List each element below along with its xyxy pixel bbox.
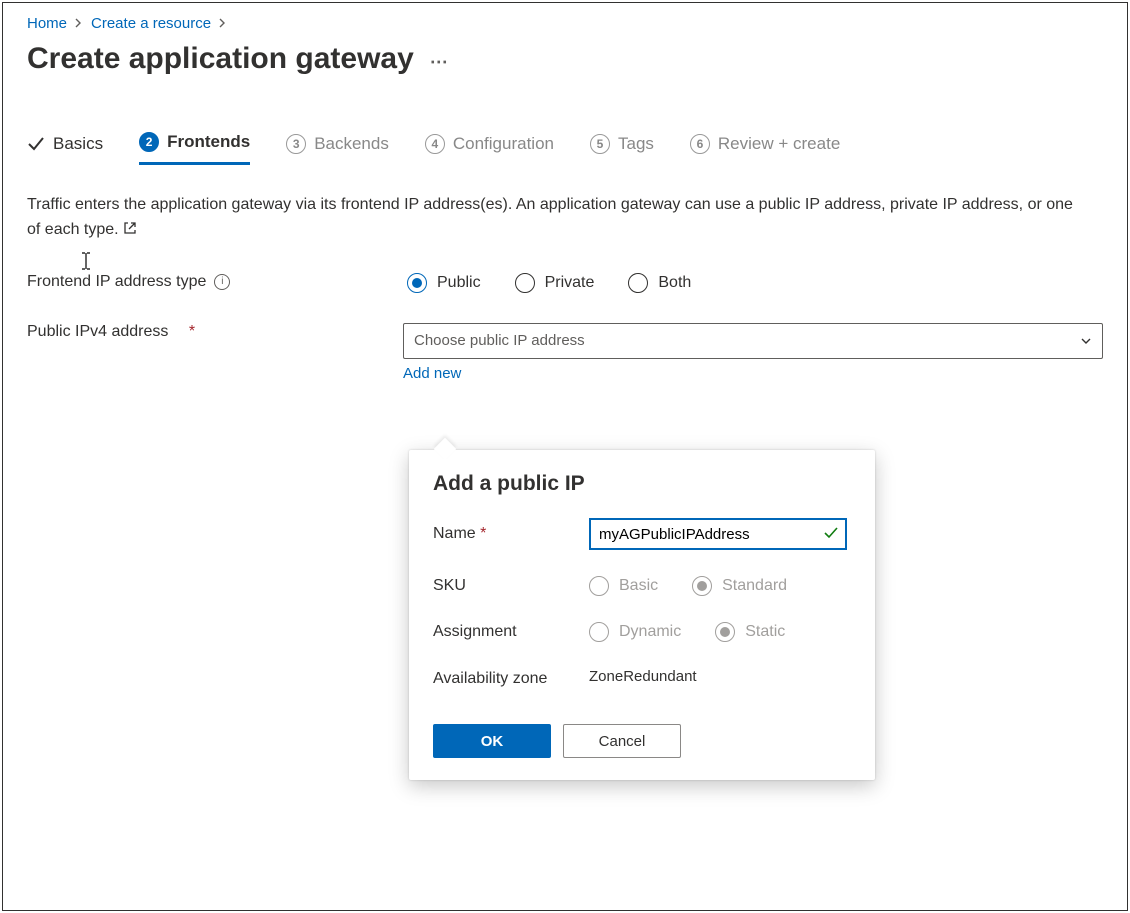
tab-configuration[interactable]: 4 Configuration	[425, 132, 554, 165]
step-number-icon: 6	[690, 134, 710, 154]
chevron-right-icon	[75, 17, 83, 31]
availability-zone-value: ZoneRedundant	[589, 668, 697, 685]
radio-public[interactable]: Public	[407, 273, 481, 293]
frontend-ip-type-label: Frontend IP address type i	[27, 273, 407, 291]
radio-sku-basic: Basic	[589, 576, 658, 596]
info-icon[interactable]: i	[214, 274, 230, 290]
tab-label: Configuration	[453, 134, 554, 154]
tab-basics[interactable]: Basics	[27, 132, 103, 165]
radio-label: Static	[745, 623, 785, 641]
chevron-right-icon	[219, 17, 227, 31]
cancel-button[interactable]: Cancel	[563, 724, 681, 758]
radio-icon	[715, 622, 735, 642]
name-label: Name *	[433, 525, 589, 543]
checkmark-icon	[823, 525, 839, 541]
tab-backends[interactable]: 3 Backends	[286, 132, 389, 165]
radio-icon	[589, 622, 609, 642]
breadcrumb: Home Create a resource	[27, 15, 1103, 32]
tab-review-create[interactable]: 6 Review + create	[690, 132, 840, 165]
radio-label: Basic	[619, 577, 658, 595]
tab-label: Tags	[618, 134, 654, 154]
tab-label: Backends	[314, 134, 389, 154]
tab-label: Review + create	[718, 134, 840, 154]
radio-label: Dynamic	[619, 623, 681, 641]
description-text: Traffic enters the application gateway v…	[27, 196, 1073, 238]
radio-assignment-static: Static	[715, 622, 785, 642]
radio-label: Private	[545, 274, 595, 292]
sku-label: SKU	[433, 577, 589, 595]
radio-assignment-dynamic: Dynamic	[589, 622, 681, 642]
page-title-text: Create application gateway	[27, 42, 414, 76]
step-number-icon: 3	[286, 134, 306, 154]
step-number-icon: 2	[139, 132, 159, 152]
radio-icon	[407, 273, 427, 293]
more-actions-icon[interactable]: ⋯	[430, 46, 450, 73]
step-number-icon: 5	[590, 134, 610, 154]
public-ipv4-label: Public IPv4 address *	[27, 323, 403, 341]
radio-label: Both	[658, 274, 691, 292]
check-icon	[27, 135, 45, 153]
ok-button[interactable]: OK	[433, 724, 551, 758]
page-title: Create application gateway ⋯	[27, 42, 1103, 76]
frontend-ip-type-radio-group: Public Private Both	[407, 273, 1103, 293]
radio-icon	[515, 273, 535, 293]
public-ip-name-input[interactable]	[589, 518, 847, 550]
add-new-link[interactable]: Add new	[403, 365, 461, 382]
radio-sku-standard: Standard	[692, 576, 787, 596]
radio-icon	[628, 273, 648, 293]
tab-tags[interactable]: 5 Tags	[590, 132, 654, 165]
breadcrumb-home[interactable]: Home	[27, 15, 67, 32]
radio-label: Public	[437, 274, 481, 292]
frontends-description: Traffic enters the application gateway v…	[27, 193, 1087, 243]
radio-icon	[589, 576, 609, 596]
availability-zone-label: Availability zone	[433, 668, 589, 690]
tab-label: Frontends	[167, 132, 250, 152]
wizard-tabs: Basics 2 Frontends 3 Backends 4 Configur…	[27, 132, 1103, 165]
radio-icon	[692, 576, 712, 596]
tab-frontends[interactable]: 2 Frontends	[139, 132, 250, 165]
step-number-icon: 4	[425, 134, 445, 154]
radio-both[interactable]: Both	[628, 273, 691, 293]
tab-label: Basics	[53, 134, 103, 154]
popover-title: Add a public IP	[433, 472, 851, 496]
external-link-icon[interactable]	[123, 221, 137, 238]
assignment-label: Assignment	[433, 623, 589, 641]
radio-private[interactable]: Private	[515, 273, 595, 293]
breadcrumb-create-resource[interactable]: Create a resource	[91, 15, 211, 32]
text-cursor-icon	[79, 251, 93, 271]
add-public-ip-popover: Add a public IP Name * SKU Basic	[409, 450, 875, 780]
radio-label: Standard	[722, 577, 787, 595]
chevron-down-icon	[1080, 335, 1092, 347]
public-ip-select[interactable]: Choose public IP address	[403, 323, 1103, 359]
select-placeholder: Choose public IP address	[414, 332, 585, 349]
